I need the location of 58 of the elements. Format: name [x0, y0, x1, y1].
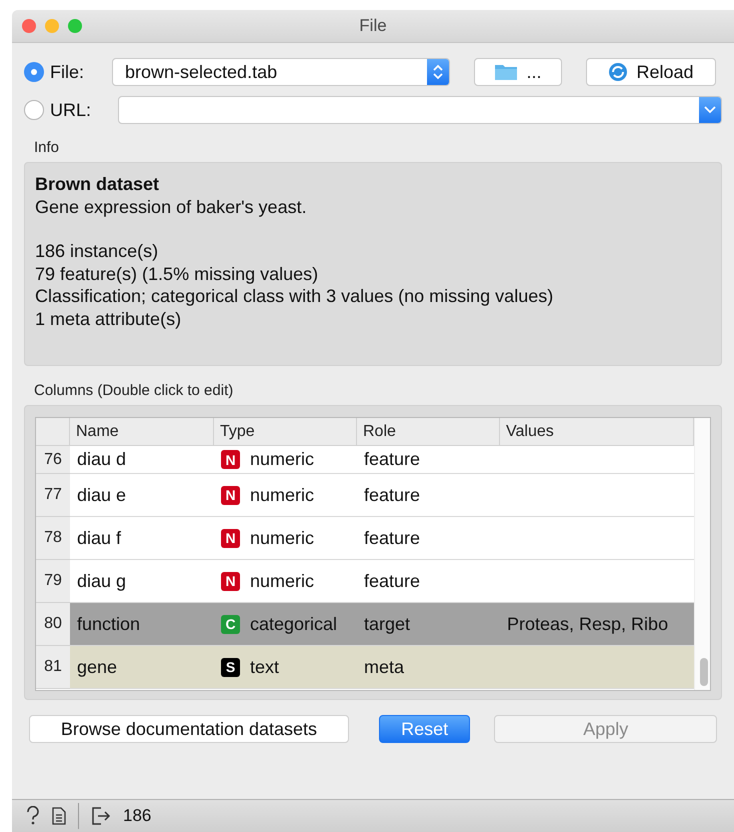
reload-icon	[608, 62, 628, 82]
info-line: Classification; categorical class with 3 values (no missing values)	[35, 285, 554, 308]
dataset-title: Brown dataset	[35, 173, 160, 196]
close-button[interactable]	[22, 19, 36, 33]
scrollbar[interactable]	[694, 418, 710, 690]
column-header[interactable]: Type	[214, 418, 357, 446]
url-field[interactable]	[118, 96, 722, 124]
type-label: text	[250, 656, 280, 678]
type-badge: S	[221, 658, 240, 676]
header-cell	[36, 418, 70, 446]
row-index: 77	[36, 474, 70, 517]
table-cell: function	[70, 603, 214, 646]
type-badge: N	[221, 450, 240, 469]
radio-button[interactable]	[24, 100, 44, 120]
radio-button[interactable]	[24, 62, 44, 82]
type-label: numeric	[250, 570, 314, 592]
type-badge: N	[221, 528, 240, 548]
folder-icon	[494, 63, 518, 81]
table-cell: target	[357, 603, 500, 646]
zoom-button[interactable]	[68, 19, 82, 33]
row-index: 81	[36, 646, 70, 689]
info-line: 186 instance(s)	[35, 240, 160, 262]
row-index: 78	[36, 517, 70, 560]
info-line: 79 feature(s) (1.5% missing values)	[35, 262, 320, 285]
type-label: numeric	[250, 484, 314, 506]
column-header[interactable]: Role	[357, 418, 500, 446]
type-label: numeric	[250, 528, 314, 548]
type-badge: C	[221, 614, 240, 634]
output-icon	[91, 806, 111, 826]
radio-label: File:	[50, 62, 84, 82]
reload-button[interactable]: Reload	[586, 58, 716, 86]
stepper-icon	[433, 64, 443, 80]
minimize-button[interactable]	[45, 19, 59, 33]
chevron-down-icon	[704, 106, 716, 114]
table-cell: Proteas, Resp, Ribo	[500, 603, 694, 646]
browse-button[interactable]: ...	[474, 58, 562, 86]
type-badge: N	[221, 572, 240, 590]
info-line: 1 meta attribute(s)	[35, 308, 182, 330]
file-dropdown[interactable]: brown-selected.tab	[112, 58, 450, 86]
row-index: 76	[36, 446, 70, 474]
column-header[interactable]: Name	[70, 418, 214, 446]
section-label: Columns (Double click to edit)	[34, 382, 234, 399]
type-badge: N	[221, 486, 240, 504]
dataset-description: Gene expression of baker's yeast.	[35, 196, 308, 218]
table-cell: gene	[70, 646, 214, 689]
type-label: categorical	[250, 614, 338, 634]
help-icon[interactable]	[26, 806, 40, 826]
output-count: 186	[123, 806, 152, 826]
table-cell: meta	[357, 646, 500, 689]
document-icon[interactable]	[52, 807, 66, 825]
row-index: 79	[36, 560, 70, 603]
column-header[interactable]: Values	[500, 418, 694, 446]
section-label: Info	[34, 139, 60, 156]
row-index: 80	[36, 603, 70, 646]
radio-label: URL:	[50, 100, 92, 120]
type-label: numeric	[250, 449, 314, 470]
window-title: File	[359, 16, 387, 36]
action-button[interactable]: Browse documentation datasets	[29, 715, 349, 743]
